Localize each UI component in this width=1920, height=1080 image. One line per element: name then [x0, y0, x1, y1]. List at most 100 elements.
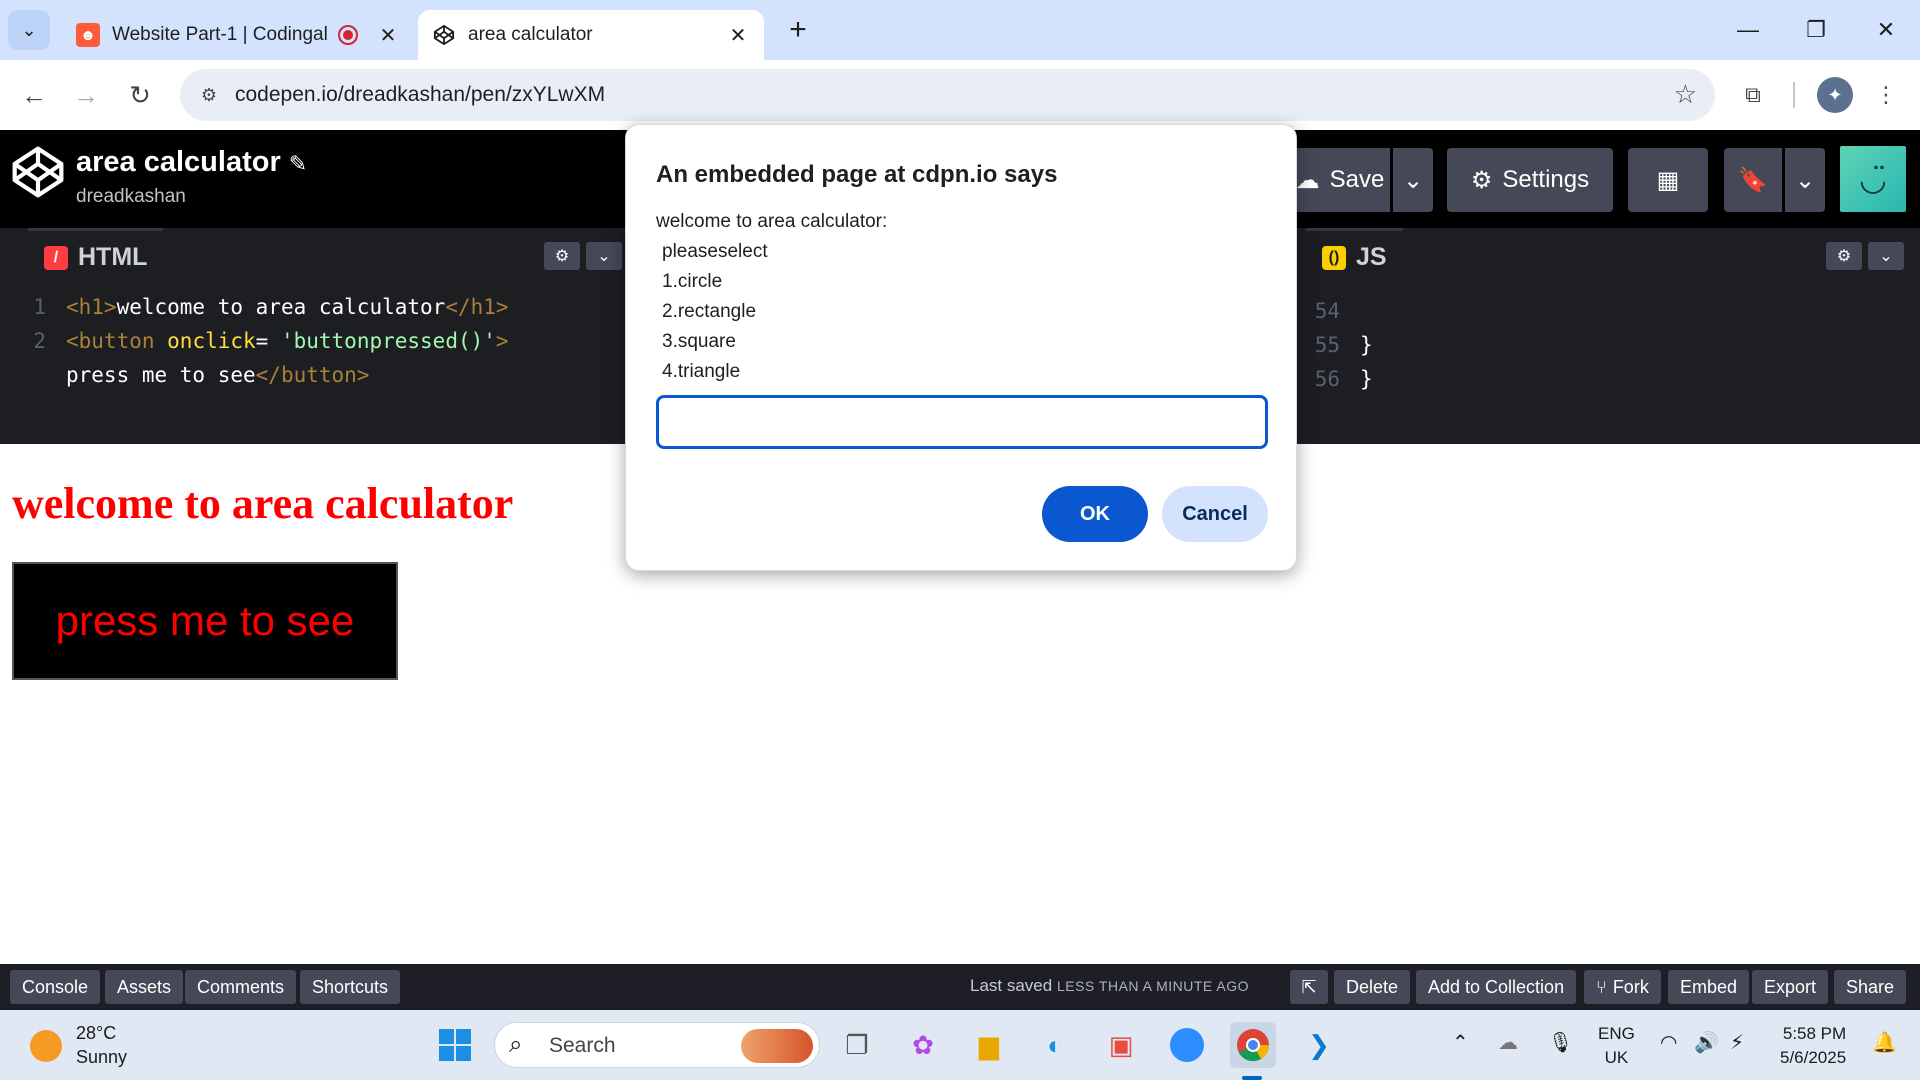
js-icon: () — [1322, 245, 1346, 270]
html-editor-tab[interactable]: / HTML — [28, 228, 164, 284]
html-settings-button[interactable]: ⚙ — [544, 242, 580, 270]
microphone-icon[interactable]: 🎙 — [1548, 1030, 1573, 1055]
taskbar-search[interactable]: ⌕ Search — [494, 1022, 820, 1068]
close-tab-icon[interactable]: ✕ — [726, 23, 750, 48]
press-me-button[interactable]: press me to see — [12, 562, 398, 680]
comments-button[interactable]: Comments — [185, 970, 297, 1004]
battery-icon[interactable]: ⚡ — [1730, 1030, 1744, 1055]
fork-label: Fork — [1612, 976, 1649, 997]
temperature: 28°C — [76, 1023, 117, 1043]
line-number: 1 — [33, 295, 46, 319]
export-button[interactable]: Export — [1752, 970, 1829, 1004]
prompt-dialog: An embedded page at cdpn.io says welcome… — [625, 124, 1297, 571]
close-window-button[interactable]: ✕ — [1858, 8, 1914, 52]
code-line[interactable]: 55} — [1294, 328, 1373, 362]
share-button[interactable]: Share — [1834, 970, 1907, 1004]
code-line[interactable]: press me to see</button> — [0, 358, 509, 392]
vscode-icon[interactable]: ❯ — [1296, 1022, 1342, 1068]
restore-button[interactable]: ❐ — [1788, 8, 1844, 52]
settings-button[interactable]: ⚙ Settings — [1447, 148, 1613, 212]
profile-avatar[interactable]: ✦ — [1817, 77, 1853, 113]
cancel-button[interactable]: Cancel — [1162, 486, 1268, 542]
chevron-up-icon[interactable]: ⌃ — [1452, 1030, 1469, 1055]
embed-button[interactable]: Embed — [1668, 970, 1750, 1004]
line-number: 56 — [1314, 367, 1340, 391]
close-tab-icon[interactable]: ✕ — [376, 23, 400, 48]
save-button[interactable]: ☁ Save — [1290, 148, 1390, 212]
codepen-logo-icon[interactable] — [10, 144, 66, 200]
gear-icon: ⚙ — [554, 248, 570, 265]
weather-widget[interactable]: 28°C Sunny — [76, 1021, 127, 1069]
console-button[interactable]: Console — [10, 970, 101, 1004]
open-external-button[interactable]: ⇱ — [1290, 970, 1328, 1004]
clock[interactable]: 5:58 PM 5/6/2025 — [1780, 1022, 1846, 1070]
site-info-icon[interactable]: ⚙ — [196, 82, 222, 108]
js-editor-tab[interactable]: () JS — [1306, 228, 1403, 284]
message-line: welcome to area calculator: — [656, 211, 888, 232]
copilot-icon[interactable]: ✿ — [900, 1022, 946, 1068]
minimize-button[interactable]: — — [1720, 8, 1776, 52]
pen-title[interactable]: area calculator ✎ — [76, 146, 307, 179]
forward-button[interactable]: → — [64, 73, 108, 117]
address-bar[interactable]: ⚙ codepen.io/dreadkashan/pen/zxYLwXM ☆ — [180, 69, 1715, 121]
shortcuts-button[interactable]: Shortcuts — [300, 970, 401, 1004]
tab-codingal[interactable]: ☻ Website Part-1 | Codingal ✕ — [62, 10, 414, 60]
file-explorer-icon[interactable]: ▆ — [966, 1022, 1012, 1068]
edge-icon[interactable]: ◐ — [1032, 1022, 1078, 1068]
tab-area-calculator[interactable]: area calculator ✕ — [418, 10, 764, 60]
bookmark-star-icon[interactable]: ☆ — [1674, 79, 1697, 110]
notification-icon[interactable]: 🔔 — [1872, 1030, 1897, 1055]
js-collapse-button[interactable]: ⌄ — [1868, 242, 1904, 270]
chrome-icon[interactable] — [1230, 1022, 1276, 1068]
save-options-button[interactable]: ⌄ — [1393, 148, 1433, 212]
js-editor-pane: () JS ⚙ ⌄ 54 55} 56} — [1306, 228, 1920, 444]
code-line[interactable]: 1 <h1>welcome to area calculator</h1> — [0, 290, 509, 324]
task-view-icon[interactable]: ❐ — [834, 1022, 880, 1068]
line-number: 55 — [1314, 333, 1340, 357]
pencil-icon[interactable]: ✎ — [289, 151, 307, 176]
back-button[interactable]: ← — [12, 73, 56, 117]
tab-title: Website Part-1 | Codingal — [112, 24, 328, 45]
layout-button[interactable]: ▦ — [1628, 148, 1708, 212]
fork-button[interactable]: ⑂ Fork — [1584, 970, 1661, 1004]
js-code[interactable]: 54 55} 56} — [1294, 294, 1373, 396]
html-collapse-button[interactable]: ⌄ — [586, 242, 622, 270]
layout-icon: ▦ — [1656, 166, 1680, 194]
onedrive-icon[interactable]: ☁ — [1498, 1030, 1518, 1055]
pin-options-button[interactable]: ⌄ — [1785, 148, 1825, 212]
html-code[interactable]: 1 <h1>welcome to area calculator</h1> 2 <b… — [0, 290, 509, 392]
zoom-circle — [1170, 1028, 1204, 1062]
delete-button[interactable]: Delete — [1334, 970, 1411, 1004]
wifi-icon[interactable]: ◠ — [1660, 1030, 1677, 1055]
zoom-icon[interactable] — [1164, 1022, 1210, 1068]
pin-button[interactable]: 🔖 — [1724, 148, 1782, 212]
dialog-message: welcome to area calculator: pleaseselect… — [656, 207, 887, 387]
pen-username[interactable]: dreadkashan — [76, 186, 186, 208]
preview-heading: welcome to area calculator — [12, 479, 514, 528]
new-tab-button[interactable]: + — [780, 12, 816, 48]
tab-search-button[interactable]: ⌄ — [8, 10, 50, 50]
reload-button[interactable]: ↻ — [118, 73, 162, 117]
code-line[interactable]: 54 — [1294, 294, 1373, 328]
message-line: 2.rectangle — [662, 301, 757, 322]
sun-icon[interactable] — [30, 1030, 62, 1062]
external-link-icon: ⇱ — [1301, 976, 1317, 997]
user-avatar[interactable]: ◡̈ — [1840, 146, 1906, 212]
add-to-collection-button[interactable]: Add to Collection — [1416, 970, 1577, 1004]
menu-button[interactable]: ⋮ — [1864, 73, 1908, 117]
ok-button[interactable]: OK — [1042, 486, 1148, 542]
dialog-input[interactable] — [656, 395, 1268, 449]
url-text[interactable]: codepen.io/dreadkashan/pen/zxYLwXM — [235, 83, 605, 107]
code-line[interactable]: 2 <button onclick= 'buttonpressed()'> — [0, 324, 508, 358]
code-line[interactable]: 56} — [1294, 362, 1373, 396]
assets-button[interactable]: Assets — [105, 970, 184, 1004]
language-indicator[interactable]: ENG UK — [1598, 1022, 1635, 1070]
start-button[interactable] — [432, 1022, 478, 1068]
js-settings-button[interactable]: ⚙ — [1826, 242, 1862, 270]
chrome-logo-icon — [1237, 1029, 1270, 1062]
search-label: Search — [549, 1034, 616, 1057]
volume-icon[interactable]: 🔊 — [1694, 1030, 1719, 1055]
toolbar-divider — [1793, 82, 1795, 108]
extensions-button[interactable]: ⧉ — [1731, 73, 1775, 117]
store-icon[interactable]: ▣ — [1098, 1022, 1144, 1068]
